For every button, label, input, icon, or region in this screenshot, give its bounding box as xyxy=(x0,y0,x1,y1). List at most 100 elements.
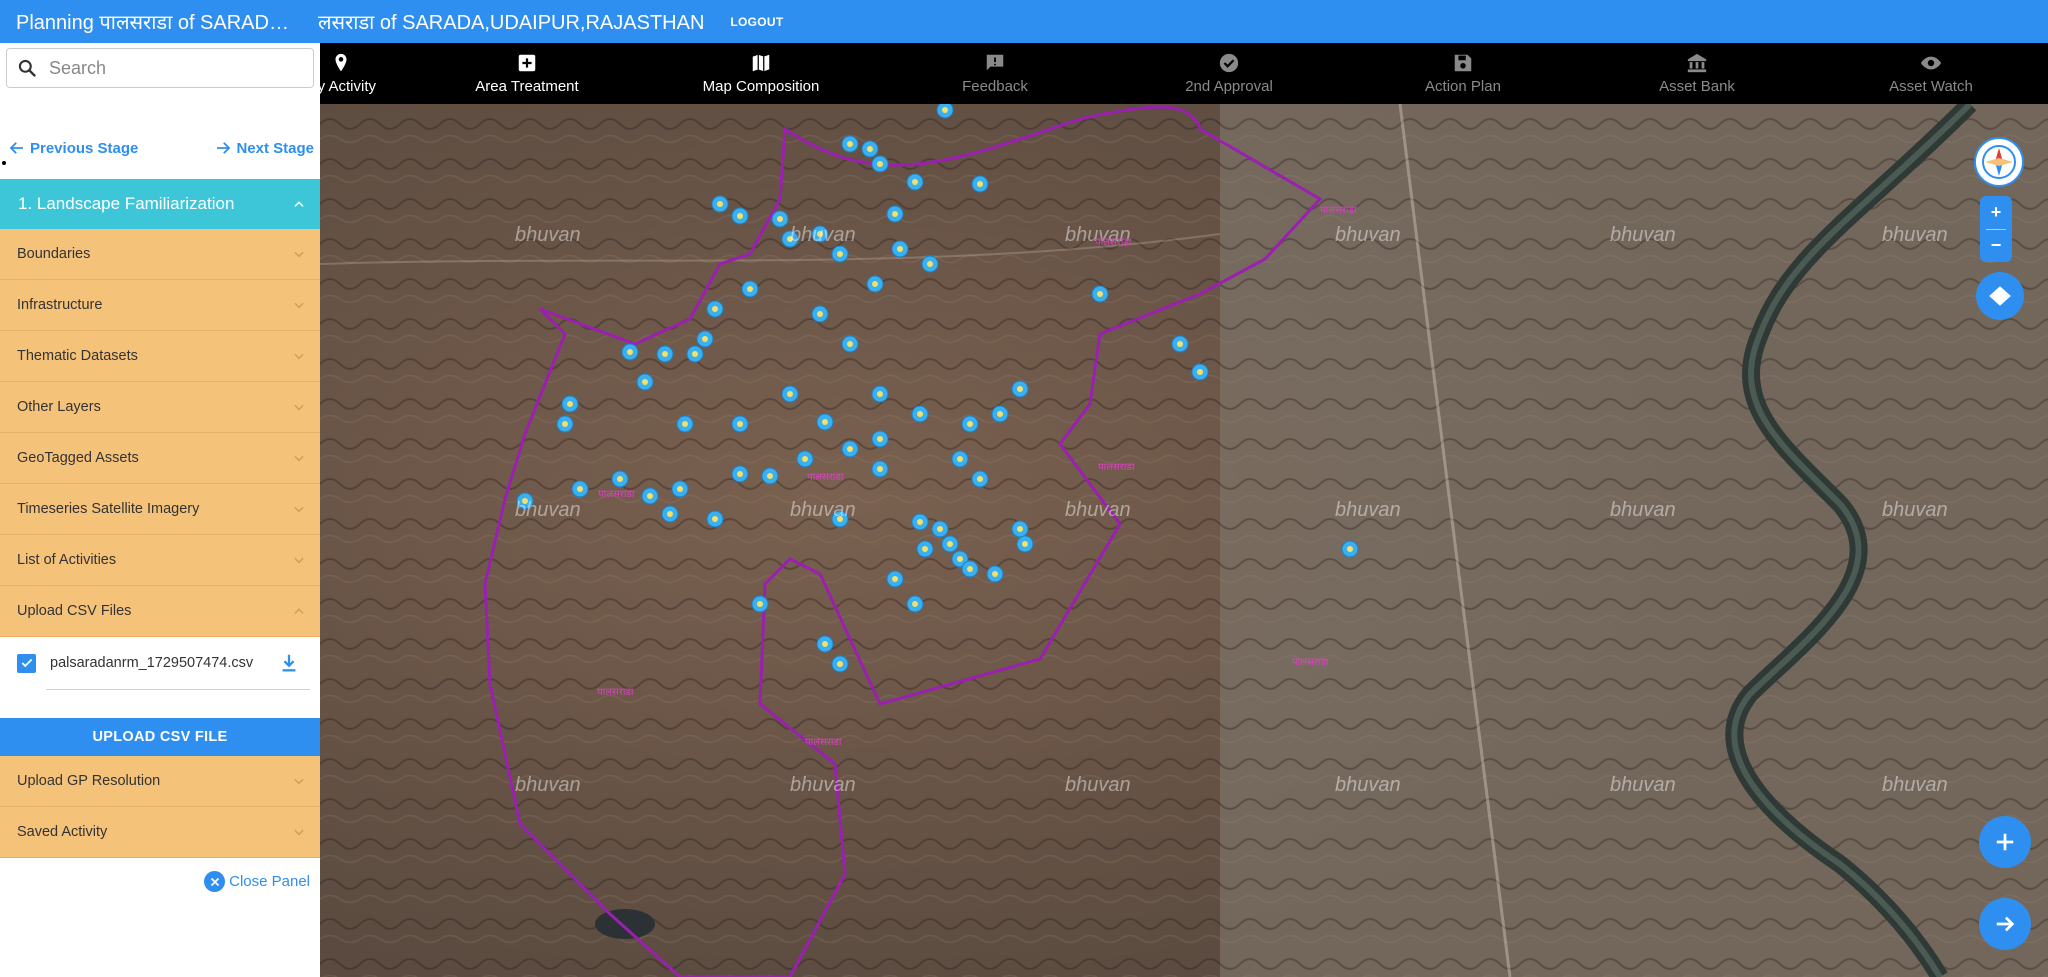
accordion-infrastructure[interactable]: Infrastructure xyxy=(0,280,320,331)
watermark: bhuvan xyxy=(1335,224,1401,246)
divider xyxy=(46,689,310,690)
next-button[interactable] xyxy=(1979,898,2031,950)
village-label: पालसराडा xyxy=(807,472,844,483)
csv-file-name: palsaradanrm_1729507474.csv xyxy=(50,655,254,671)
accordion-label: Other Layers xyxy=(17,399,101,415)
watermark: bhuvan xyxy=(1610,224,1676,246)
accordion-geotagged-assets[interactable]: GeoTagged Assets xyxy=(0,433,320,484)
village-label: पालसराडा xyxy=(805,737,842,748)
compass-button[interactable] xyxy=(1974,137,2024,187)
csv-file-row: palsaradanrm_1729507474.csv xyxy=(0,637,320,689)
accordion-label: Infrastructure xyxy=(17,297,103,313)
watermark: bhuvan xyxy=(1610,499,1676,521)
check-circle-icon xyxy=(1219,53,1239,73)
section-landscape-familiarization[interactable]: 1. Landscape Familiarization xyxy=(0,179,320,229)
accordion-upload-gp-resolution[interactable]: Upload GP Resolution xyxy=(0,756,320,807)
search-box[interactable] xyxy=(6,48,314,88)
village-label: पालसराडा xyxy=(598,489,635,500)
zoom-in-button[interactable]: + xyxy=(1980,196,2012,229)
section-title: 1. Landscape Familiarization xyxy=(18,194,235,213)
chevron-down-icon xyxy=(294,557,304,564)
chevron-up-icon xyxy=(294,608,304,614)
search-icon xyxy=(18,59,36,77)
arrow-right-icon xyxy=(217,142,231,154)
accordion-upload-csv-files[interactable]: Upload CSV Files xyxy=(0,586,320,637)
add-button[interactable] xyxy=(1979,816,2031,868)
csv-file-checkbox[interactable] xyxy=(17,653,36,673)
accordion-label: Thematic Datasets xyxy=(17,348,138,364)
tool-feedback[interactable]: Feedback xyxy=(878,43,1112,104)
bank-icon xyxy=(1687,53,1707,73)
accordion-label: GeoTagged Assets xyxy=(17,450,139,466)
next-stage-label: Next Stage xyxy=(236,139,314,157)
watermark: bhuvan xyxy=(790,224,856,246)
layers-button[interactable] xyxy=(1976,272,2024,320)
close-panel-label: Close Panel xyxy=(229,873,310,890)
tool-label: Feedback xyxy=(962,78,1028,95)
eye-icon xyxy=(1920,56,1942,70)
map-canvas[interactable]: bhuvan bhuvan bhuvan bhuvan bhuvan bhuva… xyxy=(320,104,2048,977)
village-label: पालसराडा xyxy=(1292,657,1329,668)
watermark: bhuvan xyxy=(1335,499,1401,521)
tool-action-plan[interactable]: Action Plan xyxy=(1346,43,1580,104)
upload-csv-button[interactable]: UPLOAD CSV FILE xyxy=(0,718,320,756)
zoom-control: + − xyxy=(1980,196,2012,262)
accordion-other-layers[interactable]: Other Layers xyxy=(0,382,320,433)
search-input[interactable] xyxy=(49,57,289,79)
arrow-right-icon xyxy=(1996,916,2015,932)
chevron-down-icon xyxy=(294,829,304,836)
download-icon[interactable] xyxy=(278,652,300,674)
tool-asset-watch[interactable]: Asset Watch xyxy=(1814,43,2048,104)
village-label: पालसराडा xyxy=(1320,205,1357,216)
watermark: bhuvan xyxy=(1882,774,1948,796)
compass-icon xyxy=(1982,145,2016,179)
save-icon xyxy=(1454,54,1472,72)
accordion-thematic-datasets[interactable]: Thematic Datasets xyxy=(0,331,320,382)
logout-link[interactable]: LOGOUT xyxy=(730,15,783,29)
tool-area-treatment[interactable]: Area Treatment xyxy=(410,43,644,104)
chevron-down-icon xyxy=(294,404,304,411)
accordion-list-of-activities[interactable]: List of Activities xyxy=(0,535,320,586)
map-icon xyxy=(752,54,770,72)
accordion-label: Upload CSV Files xyxy=(17,603,132,619)
zoom-out-button[interactable]: − xyxy=(1980,230,2012,263)
tool-asset-bank[interactable]: Asset Bank xyxy=(1580,43,1814,104)
village-label: पालसराडा xyxy=(597,687,634,698)
page-title: Planning पालसराडा of SARADA,UDAIPUR,RAJA… xyxy=(16,12,300,34)
top-header: Planning पालसराडा of SARADA,UDAIPUR,RAJA… xyxy=(0,0,2048,43)
watermark: bhuvan xyxy=(1065,499,1131,521)
sidebar: Previous Stage Next Stage 1. Landscape F… xyxy=(0,43,320,977)
accordion-label: Saved Activity xyxy=(17,824,108,840)
watermark: bhuvan xyxy=(1610,774,1676,796)
accordion-saved-activity[interactable]: Saved Activity xyxy=(0,807,320,858)
village-label: पालसराडा xyxy=(1095,237,1132,248)
chevron-down-icon xyxy=(294,506,304,513)
watermark: bhuvan xyxy=(515,224,581,246)
watermark: bhuvan xyxy=(1065,774,1131,796)
watermark: bhuvan xyxy=(515,774,581,796)
chevron-up-icon xyxy=(294,201,304,207)
chevron-down-icon xyxy=(294,353,304,360)
previous-stage-label: Previous Stage xyxy=(30,139,139,157)
tool-identify-activity[interactable]: tify Activity xyxy=(320,43,410,104)
plus-icon xyxy=(1996,833,2014,851)
tool-label: Area Treatment xyxy=(475,78,579,95)
village-label: पालसराडा xyxy=(1098,462,1135,473)
next-stage-link[interactable]: Next Stage xyxy=(214,123,314,173)
plus-box-icon xyxy=(518,54,536,72)
tool-2nd-approval[interactable]: 2nd Approval xyxy=(1112,43,1346,104)
tool-label: Asset Bank xyxy=(1659,78,1735,95)
tool-map-composition[interactable]: Map Composition xyxy=(644,43,878,104)
watermark: bhuvan xyxy=(515,499,581,521)
tool-label: 2nd Approval xyxy=(1185,78,1273,95)
layers-icon xyxy=(1989,286,2011,306)
watermark: bhuvan xyxy=(1335,774,1401,796)
accordion-timeseries-imagery[interactable]: Timeseries Satellite Imagery xyxy=(0,484,320,535)
tool-label: Asset Watch xyxy=(1889,78,1973,95)
arrow-left-icon xyxy=(9,142,23,154)
feedback-icon xyxy=(986,54,1004,71)
chevron-down-icon xyxy=(294,251,304,258)
previous-stage-link[interactable]: Previous Stage xyxy=(8,123,138,173)
accordion-boundaries[interactable]: Boundaries xyxy=(0,229,320,280)
close-panel-button[interactable]: Close Panel xyxy=(204,871,310,892)
